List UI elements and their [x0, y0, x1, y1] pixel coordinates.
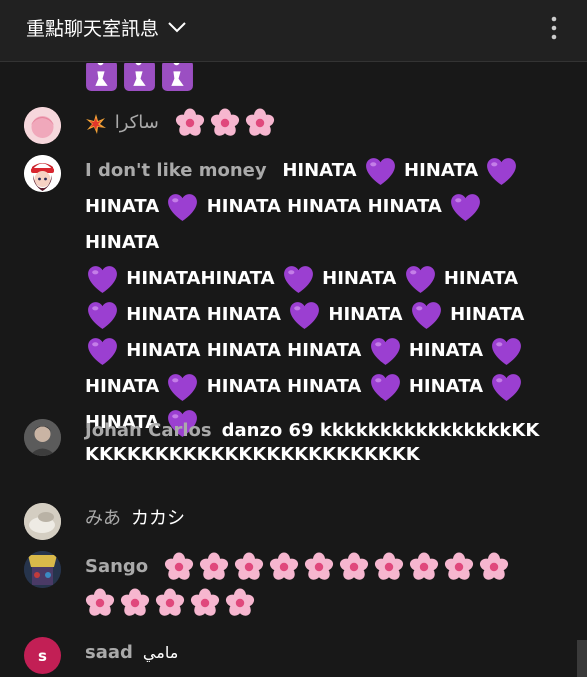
cherry-blossom-icon — [120, 588, 150, 618]
message-text: HINATA HINATA HINATA — [120, 340, 368, 361]
avatar[interactable] — [24, 503, 61, 540]
message-text: HINATA — [85, 196, 166, 217]
purple-heart-icon — [369, 335, 402, 368]
message-text: HINATA HINATA — [200, 376, 368, 397]
purple-heart-icon — [282, 263, 315, 296]
cherry-blossom-icon — [225, 588, 255, 618]
cherry-blossom-icon — [199, 552, 229, 582]
message-text: HINATA — [85, 232, 160, 253]
chat-message — [0, 63, 587, 97]
cherry-blossom-icon — [164, 552, 194, 582]
avatar-letter: s — [38, 646, 47, 665]
place-of-worship-icon — [161, 63, 194, 92]
chevron-down-icon — [167, 17, 187, 39]
message-content: みあ カカシ — [85, 501, 547, 537]
message-text: HINATA — [443, 304, 525, 325]
avatar[interactable] — [24, 419, 61, 456]
cherry-blossom-icon — [190, 588, 220, 618]
message-text: HINATA — [402, 376, 490, 397]
message-content: Johan Carlos danzo 69 kkkkkkkkkkkkkkkkKKK… — [85, 419, 547, 467]
collision-icon — [85, 112, 107, 134]
scrollbar-thumb[interactable] — [577, 640, 587, 677]
message-content: Sango — [85, 549, 547, 621]
chat-message: ساكرا — [0, 105, 587, 145]
message-text: HINATA — [85, 376, 166, 397]
purple-heart-icon — [166, 191, 199, 224]
cherry-blossom-icon — [155, 588, 185, 618]
message-text: مامي — [142, 643, 179, 662]
purple-heart-icon — [404, 263, 437, 296]
cherry-blossom-icon — [234, 552, 264, 582]
purple-heart-icon — [288, 299, 321, 332]
purple-heart-icon — [86, 299, 119, 332]
avatar[interactable]: s — [24, 637, 61, 674]
message-text: HINATA — [402, 340, 490, 361]
purple-heart-icon — [166, 371, 199, 404]
more-vert-icon[interactable] — [551, 16, 557, 44]
author-name[interactable]: saad — [85, 642, 133, 663]
message-text: HINATAHINATA — [120, 268, 281, 289]
place-of-worship-icon — [123, 63, 156, 92]
author-name[interactable]: みあ — [85, 508, 121, 529]
chat-header: 重點聊天室訊息 — [0, 0, 587, 62]
message-content: I don't like money HINATA HINATA HINATA … — [85, 153, 547, 441]
message-content — [85, 63, 547, 93]
place-of-worship-icon — [85, 63, 118, 92]
cherry-blossom-icon — [479, 552, 509, 582]
chat-list[interactable]: ساكرا I don't like money HINATA HINATA H… — [0, 63, 587, 677]
purple-heart-icon — [485, 155, 518, 188]
message-text: HINATA — [322, 304, 409, 325]
message-content: saad مامي — [85, 635, 547, 671]
message-text: HINATA — [397, 160, 485, 181]
message-text: HINATA HINATA HINATA — [200, 196, 449, 217]
chat-message: みあ カカシ — [0, 501, 587, 541]
cherry-blossom-icon — [339, 552, 369, 582]
chat-message: I don't like money HINATA HINATA HINATA … — [0, 153, 587, 437]
purple-heart-icon — [490, 335, 523, 368]
message-text: カカシ — [131, 508, 185, 529]
cherry-blossom-icon — [269, 552, 299, 582]
purple-heart-icon — [410, 299, 443, 332]
chat-mode-dropdown[interactable]: 重點聊天室訊息 — [26, 14, 187, 41]
chat-message: Johan Carlos danzo 69 kkkkkkkkkkkkkkkkKKK… — [0, 419, 587, 495]
message-text: HINATA HINATA — [120, 304, 288, 325]
cherry-blossom-icon — [85, 588, 115, 618]
purple-heart-icon — [490, 371, 523, 404]
message-emojis — [175, 108, 280, 136]
cherry-blossom-icon — [444, 552, 474, 582]
message-text: HINATA — [282, 160, 363, 181]
message-text: HINATA — [315, 268, 403, 289]
purple-heart-icon — [369, 371, 402, 404]
author-name[interactable]: ساكرا — [115, 112, 159, 133]
cherry-blossom-icon — [245, 108, 275, 138]
chat-message: s saad مامي — [0, 635, 587, 675]
purple-heart-icon — [86, 263, 119, 296]
chat-message: Sango — [0, 549, 587, 625]
author-name[interactable]: Sango — [85, 556, 148, 577]
purple-heart-icon — [364, 155, 397, 188]
cherry-blossom-icon — [210, 108, 240, 138]
message-content: ساكرا — [85, 105, 547, 141]
cherry-blossom-icon — [304, 552, 334, 582]
author-name[interactable]: I don't like money — [85, 160, 267, 181]
avatar[interactable] — [24, 107, 61, 144]
purple-heart-icon — [86, 335, 119, 368]
cherry-blossom-icon — [374, 552, 404, 582]
avatar[interactable] — [24, 551, 61, 588]
author-name[interactable]: Johan Carlos — [85, 420, 212, 441]
message-text: HINATA — [437, 268, 519, 289]
avatar[interactable] — [24, 155, 61, 192]
cherry-blossom-icon — [175, 108, 205, 138]
header-title: 重點聊天室訊息 — [26, 18, 160, 40]
cherry-blossom-icon — [409, 552, 439, 582]
purple-heart-icon — [449, 191, 482, 224]
